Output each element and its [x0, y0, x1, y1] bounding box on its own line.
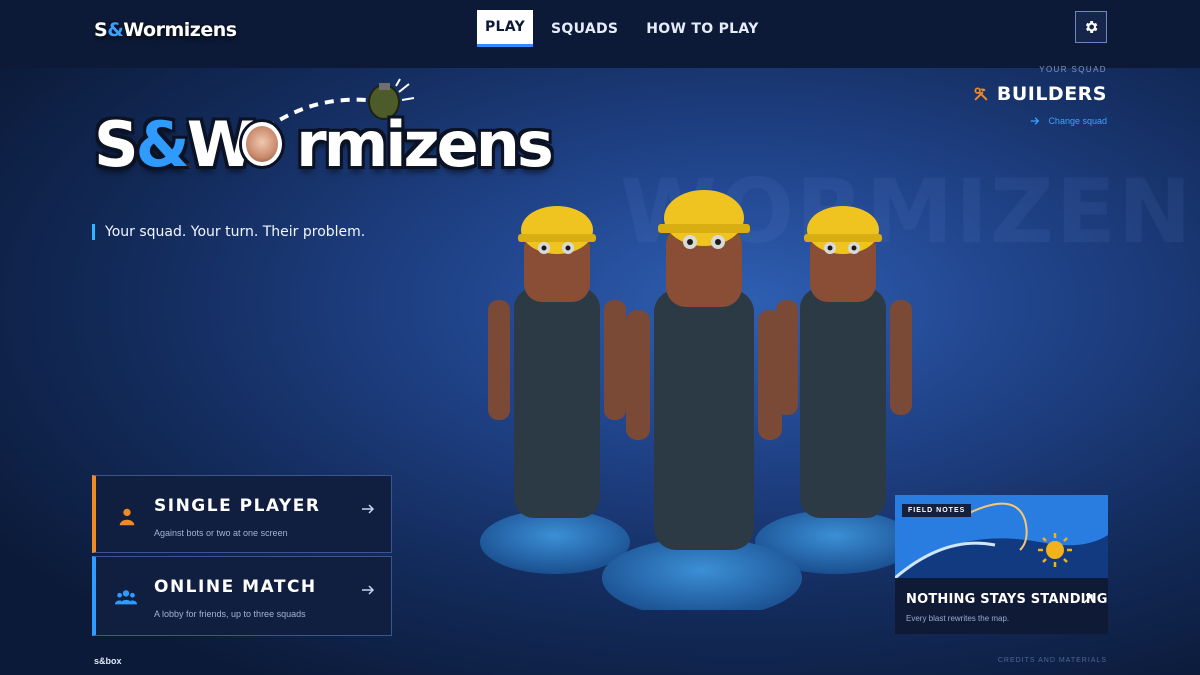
character-right	[776, 206, 912, 518]
credits-link[interactable]: CREDITS AND MATERIALS	[998, 657, 1107, 664]
squad-name-row: BUILDERS	[973, 83, 1107, 105]
main-nav: PLAY SQUADS HOW TO PLAY	[477, 10, 769, 47]
online-match-title: ONLINE MATCH	[154, 577, 317, 597]
hammer-wrench-icon	[974, 87, 988, 101]
field-notes-title: NOTHING STAYS STANDING	[906, 592, 1108, 607]
single-player-title: SINGLE PLAYER	[154, 496, 321, 516]
tab-how-to-play[interactable]: HOW TO PLAY	[636, 10, 768, 47]
platform-label: s&box	[94, 656, 122, 666]
single-player-subtitle: Against bots or two at one screen	[154, 528, 288, 538]
character-left	[488, 206, 626, 518]
brand-part1: S	[94, 19, 108, 41]
brand-logo[interactable]: S&Wormizens	[94, 19, 237, 41]
gear-icon	[1085, 21, 1098, 33]
field-notes-badge: FIELD NOTES	[902, 504, 972, 517]
single-player-button[interactable]: SINGLE PLAYER Against bots or two at one…	[92, 475, 392, 553]
tagline: Your squad. Your turn. Their problem.	[92, 224, 365, 240]
squad-characters	[480, 190, 915, 610]
person-icon	[119, 508, 135, 526]
online-match-button[interactable]: ONLINE MATCH A lobby for friends, up to …	[92, 556, 392, 636]
arrow-right-icon	[362, 504, 375, 514]
field-notes-subtitle: Every blast rewrites the map.	[906, 614, 1010, 623]
group-icon	[114, 590, 138, 605]
tab-play[interactable]: PLAY	[477, 10, 533, 47]
brand-part2: Wormizens	[123, 19, 237, 41]
logo-amp: &	[135, 108, 190, 181]
arrow-right-icon	[1031, 117, 1040, 125]
character-center	[626, 190, 782, 550]
game-logo: S&W rmizens	[94, 78, 554, 188]
squad-name: BUILDERS	[996, 83, 1107, 105]
squad-caption: YOUR SQUAD	[1039, 65, 1107, 74]
top-bar: S&Wormizens PLAY SQUADS HOW TO PLAY	[0, 0, 1200, 68]
logo-worm-face	[242, 122, 282, 166]
brand-amp: &	[107, 19, 124, 41]
field-notes-card[interactable]: FIELD NOTES NOTHING STAYS STANDING Every…	[895, 495, 1108, 634]
change-squad-link[interactable]: Change squad	[1030, 116, 1107, 126]
settings-button[interactable]	[1075, 11, 1107, 43]
external-arrow-icon	[1083, 594, 1093, 604]
arrow-right-icon	[362, 585, 375, 595]
logo-part3: rmizens	[296, 108, 554, 181]
online-match-subtitle: A lobby for friends, up to three squads	[154, 609, 306, 619]
logo-text: S&W rmizens	[94, 108, 554, 181]
change-squad-label: Change squad	[1048, 116, 1107, 126]
tab-squads[interactable]: SQUADS	[541, 10, 628, 47]
logo-part1: S	[94, 108, 139, 181]
